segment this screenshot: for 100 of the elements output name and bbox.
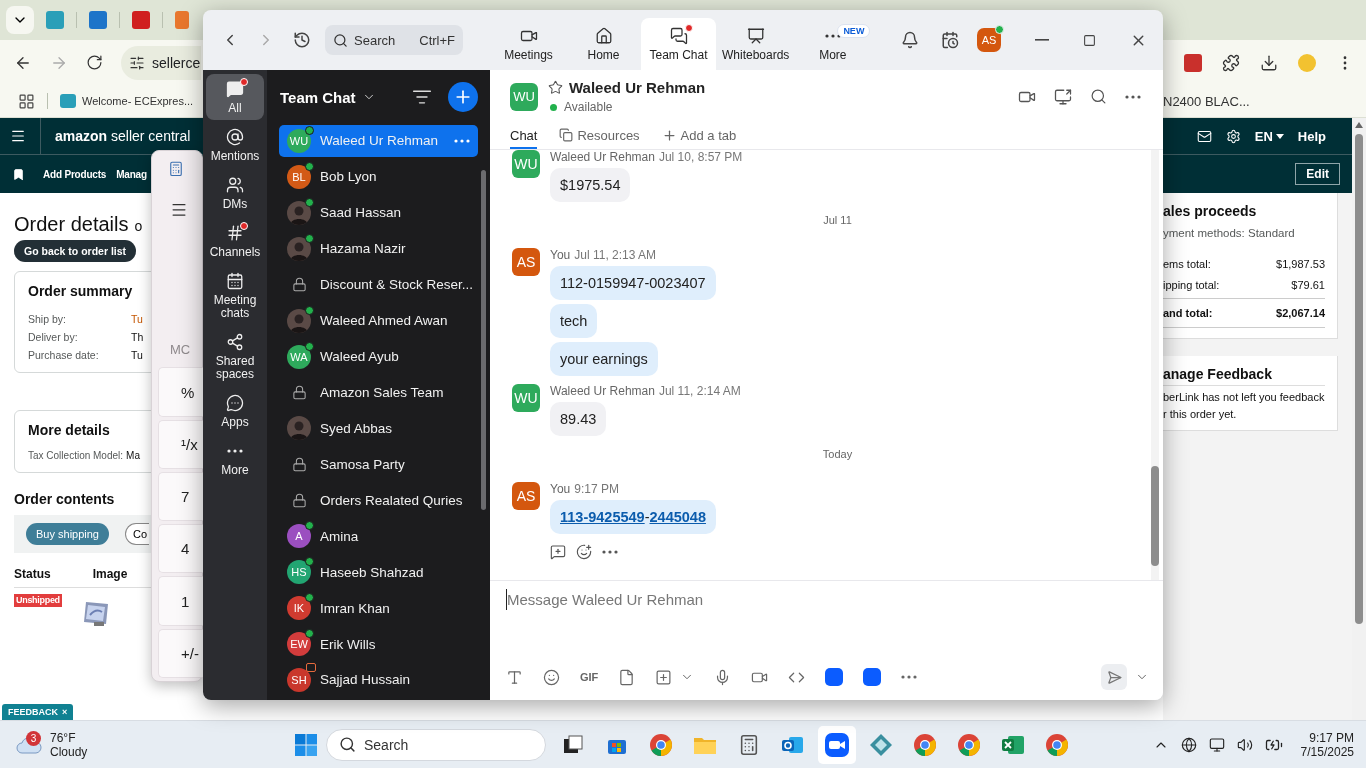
chat-item[interactable]: Hazama Nazir [279,232,478,265]
calculator-key[interactable]: 7 [158,471,204,522]
help-link[interactable]: Help [1297,128,1326,144]
volume-icon[interactable] [1236,736,1253,753]
new-chat-button[interactable] [448,82,478,113]
share-screen-icon[interactable] [1054,87,1072,106]
network-icon[interactable] [1180,736,1197,753]
chat-item[interactable]: BL Bob Lyon [279,160,478,193]
file-icon[interactable] [618,668,636,686]
clock[interactable]: 9:17 PM 7/15/2025 [1300,730,1354,759]
bookmark[interactable]: N2400 BLAC... [1163,93,1366,109]
chat-item[interactable]: A Amina [279,520,478,553]
chat-item[interactable]: Saad Hassan [279,196,478,229]
chat-item[interactable]: Samosa Party [279,448,478,481]
apps-icon[interactable] [18,92,35,110]
tab-menu-button[interactable] [6,6,34,34]
edit-button[interactable]: Edit [1295,163,1340,185]
more-icon[interactable] [602,550,618,554]
gif-button[interactable]: GIF [580,671,599,683]
buy-shipping-button[interactable]: Buy shipping [26,523,109,545]
more-icon[interactable] [454,138,470,143]
settings-icon[interactable] [1225,128,1241,144]
message-link[interactable]: 113-9425549 [560,509,645,525]
action-button[interactable]: Co [125,523,150,545]
message-link[interactable]: 2445048 [649,509,706,525]
calculator-icon[interactable] [738,733,760,756]
calculator-key[interactable]: ¹/x [158,419,204,469]
app-icon[interactable] [825,668,844,686]
close-icon[interactable]: × [62,707,68,717]
chat-item[interactable]: Orders Realated Quries [279,484,478,517]
rail-item[interactable]: More [206,436,264,482]
rail-item[interactable]: Meeting chats [206,266,264,325]
more-icon[interactable] [1125,94,1141,99]
emoji-icon[interactable] [576,544,592,560]
chat-item[interactable]: Syed Abbas [279,412,478,445]
chat-item[interactable]: Waleed Ahmed Awan [279,304,478,337]
calculator-key[interactable]: +/- [158,628,204,678]
chat-tab[interactable]: Resources [559,123,640,149]
app-icon[interactable] [863,668,882,686]
chat-item[interactable]: Discount & Stock Reser... [279,268,478,301]
star-icon[interactable] [548,80,563,96]
calculator-key[interactable]: % [158,367,204,417]
rail-item[interactable]: All [206,74,264,120]
address-bar[interactable]: sellerce [121,45,201,80]
menu-icon[interactable] [10,128,26,144]
chat-item[interactable]: HS Haseeb Shahzad [279,556,478,589]
more-icon[interactable] [901,675,918,679]
rail-item[interactable]: Shared spaces [206,327,264,386]
rail-item[interactable]: Mentions [206,122,264,168]
calculator-key[interactable]: 4 [158,524,204,574]
emoji-icon[interactable] [543,668,560,686]
browser-icon[interactable] [957,732,981,757]
browser-icon[interactable] [913,732,937,757]
send-button[interactable] [1101,664,1127,690]
nav-tab[interactable]: Meetings [491,18,566,70]
nav-tab[interactable]: Whiteboards [716,18,796,70]
scrollbar-thumb[interactable] [1151,466,1159,566]
diamond-icon[interactable] [869,732,893,757]
windows-icon[interactable] [294,732,318,757]
nav-link[interactable]: Manag [116,168,147,180]
extension-icon[interactable] [1184,53,1202,72]
chat-item[interactable]: WU Waleed Ur Rehman [279,124,478,157]
mail-icon[interactable] [1196,128,1212,144]
screenshot-icon[interactable] [655,668,673,686]
feedback-tab[interactable]: FEEDBACK × [2,704,74,720]
search-icon[interactable] [1090,87,1107,105]
spreadsheet-icon[interactable] [1001,733,1025,756]
reply-icon[interactable] [550,544,566,560]
list-title[interactable]: Team Chat [280,88,356,106]
browser-icon[interactable] [649,732,673,757]
nav-tab[interactable]: NEW More [795,18,871,70]
rail-item[interactable]: Apps [206,388,264,434]
rail-item[interactable]: Channels [206,218,264,264]
rail-item[interactable]: DMs [206,170,264,216]
chat-item[interactable]: SH Sajjad Hussain [279,663,478,696]
chat-item[interactable]: IK Imran Khan [279,592,478,625]
calculator-key[interactable]: 1 [158,576,204,626]
task-view-icon[interactable] [562,733,584,756]
chat-item[interactable]: WA Waleed Ayub [279,340,478,373]
nav-link[interactable]: Add Products [43,168,107,180]
reload-icon[interactable] [86,54,103,71]
bookmark[interactable]: Welcome- ECExpres... [82,95,194,107]
chat-item[interactable]: EW Erik Wills [279,628,478,660]
format-icon[interactable] [506,668,523,686]
download-icon[interactable] [1260,53,1278,72]
display-icon[interactable] [1208,736,1225,753]
browser-icon[interactable] [1045,732,1069,757]
chat-tab[interactable]: Add a tab [661,123,737,149]
search-field[interactable]: Search [326,728,546,761]
scroll-up-icon[interactable] [1355,122,1363,128]
bookmark-icon[interactable] [12,167,25,181]
back-button[interactable]: Go back to order list [14,240,137,262]
nav-tab[interactable]: Team Chat [641,18,716,70]
profile-avatar[interactable]: AS [977,28,1001,52]
language-menu[interactable]: EN [1254,128,1273,144]
chat-item[interactable]: Amazon Sales Team [279,376,478,409]
extensions-icon[interactable] [1222,53,1240,72]
nav-tab[interactable]: Home [566,18,641,70]
search-field[interactable]: Search Ctrl+F [325,25,463,55]
video-icon[interactable] [824,731,850,758]
